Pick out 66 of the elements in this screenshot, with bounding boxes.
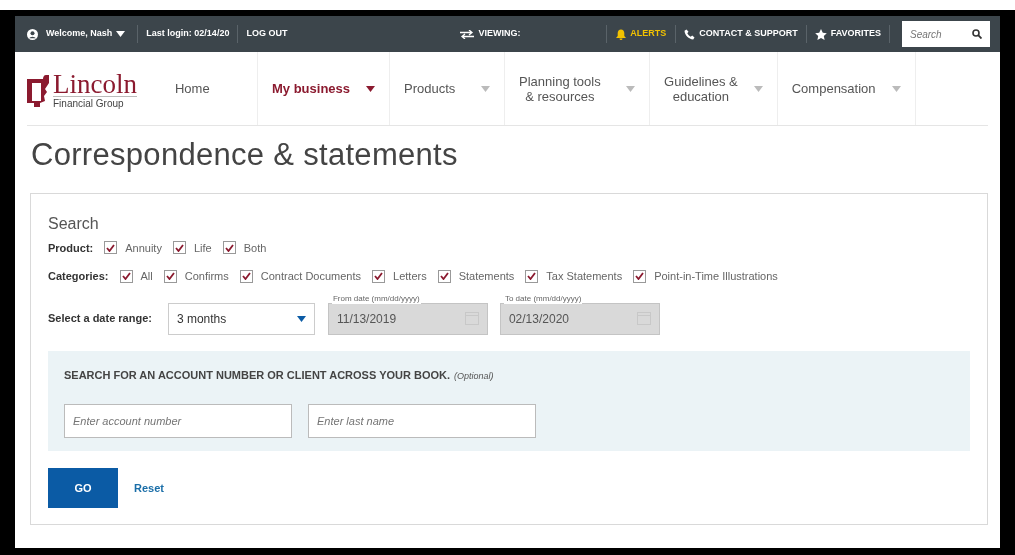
alerts-link[interactable]: ALERTS	[615, 26, 668, 42]
go-button[interactable]: GO	[48, 468, 118, 508]
caret-icon	[116, 31, 126, 37]
checkbox[interactable]: All	[119, 268, 153, 285]
check-icon	[165, 272, 175, 281]
search-field[interactable]: Search	[902, 21, 990, 47]
checkbox[interactable]: Letters	[372, 268, 427, 285]
check-icon	[224, 243, 234, 252]
field-label: From date (mm/dd/yyyy)	[331, 293, 421, 304]
nav-item[interactable]: Products	[390, 52, 505, 125]
caret-icon	[626, 85, 635, 92]
nav-item[interactable]: Planning tools & resources	[505, 52, 650, 125]
date-field: 02/13/2020	[499, 302, 660, 335]
checkbox[interactable]: Contract Documents	[239, 268, 362, 285]
field-label: To date (mm/dd/yyyy)	[503, 293, 583, 304]
user-icon	[27, 28, 38, 40]
logout-link[interactable]: LOG OUT	[246, 27, 288, 41]
star-icon	[814, 28, 827, 40]
page-title: Correspondence & statements	[31, 136, 459, 174]
nav-item[interactable]: Compensation	[777, 52, 916, 125]
optional-note: (Optional)	[454, 369, 494, 383]
user-menu[interactable]: Welcome, Nash	[46, 27, 126, 41]
check-icon	[374, 272, 384, 281]
date-field: 11/13/2019	[327, 302, 488, 335]
check-icon	[121, 272, 131, 281]
caret-icon	[366, 85, 375, 92]
checkbox[interactable]: Tax Statements	[525, 268, 623, 285]
caret-icon	[296, 315, 306, 322]
checkbox[interactable]: Point-in-Time Illustrations	[633, 268, 778, 285]
check-icon	[241, 272, 251, 281]
check-icon	[527, 272, 537, 281]
logo-icon	[27, 74, 49, 107]
viewing-label: VIEWING:	[478, 27, 521, 41]
logo-text: Lincoln	[53, 71, 137, 96]
last-login-text: Last login: 02/14/20	[146, 27, 230, 41]
check-icon	[635, 272, 645, 281]
filter-label: Categories:	[48, 269, 109, 284]
caret-icon	[753, 85, 763, 92]
phone-icon	[684, 28, 696, 40]
nav-item[interactable]: Home	[153, 52, 258, 125]
input-field[interactable]: Enter account number	[64, 404, 292, 438]
checkbox[interactable]: Life	[172, 239, 212, 256]
reset-link[interactable]: Reset	[134, 479, 164, 497]
contact-link[interactable]: CONTACT & SUPPORT	[684, 27, 798, 41]
filter-label: Product:	[48, 240, 94, 256]
section-heading: Search	[48, 213, 100, 234]
logo-subtitle: Financial Group	[53, 95, 137, 110]
checkbox[interactable]: Statements	[437, 268, 515, 285]
nav-item[interactable]: My business	[258, 52, 390, 125]
date-range-select[interactable]: 3 months	[167, 302, 315, 335]
favorites-link[interactable]: FAVORITES	[814, 27, 881, 41]
checkbox[interactable]: Annuity	[104, 239, 162, 256]
swap-arrows-icon	[460, 29, 475, 39]
panel-heading: SEARCH FOR AN ACCOUNT NUMBER OR CLIENT ACROSS YOUR BOOK.	[64, 367, 451, 383]
caret-icon	[481, 85, 490, 92]
filter-label: Select a date range:	[48, 311, 152, 327]
caret-icon	[891, 85, 901, 92]
bell-icon	[616, 28, 627, 40]
check-icon	[174, 243, 184, 252]
input-field[interactable]: Enter last name	[308, 404, 536, 438]
check-icon	[439, 272, 449, 281]
check-icon	[106, 243, 116, 252]
checkbox[interactable]: Both	[222, 239, 267, 256]
search-icon	[972, 29, 982, 39]
nav-item[interactable]: Guidelines & education	[650, 52, 778, 125]
checkbox[interactable]: Confirms	[163, 268, 229, 285]
